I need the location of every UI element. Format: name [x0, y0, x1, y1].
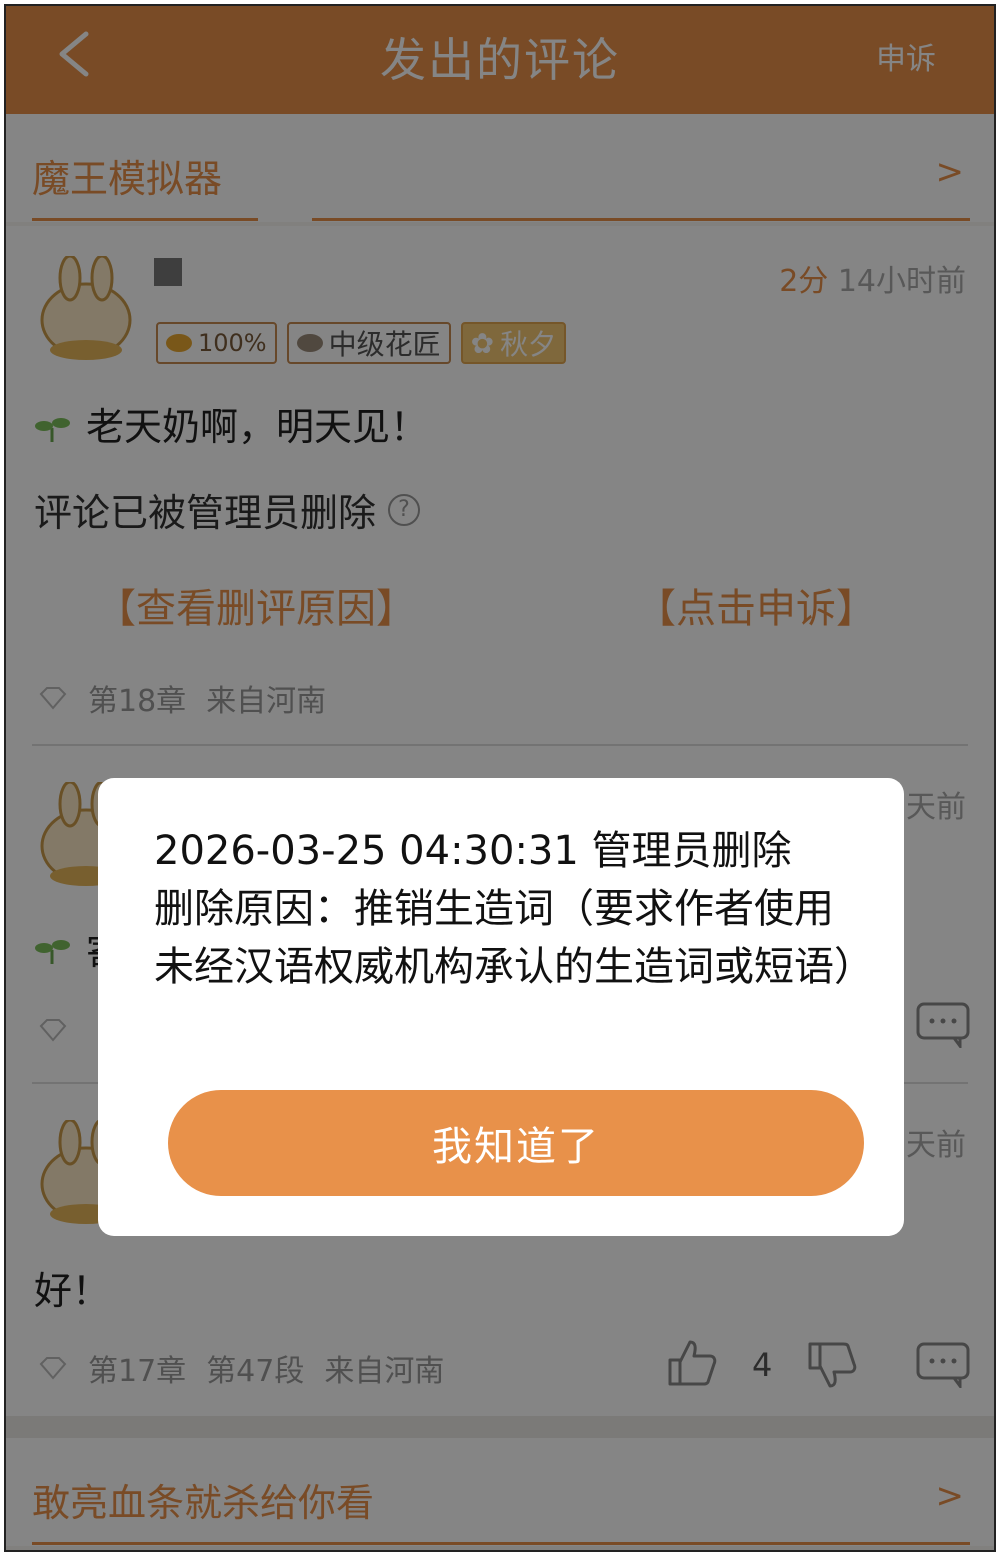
delete-reason-text: 删除原因：推销生造词（要求作者使用未经汉语权威机构承认的生造词或短语） — [154, 886, 874, 990]
confirm-button[interactable]: 我知道了 — [168, 1090, 864, 1196]
app-frame: 发出的评论 申诉 魔王模拟器 > 2分 14小时前 100% 中级花匠 ✿ 秋夕… — [4, 4, 996, 1552]
delete-reason-dialog: 2026-03-25 04:30:31 管理员删除 删除原因：推销生造词（要求作… — [98, 778, 904, 1236]
dialog-message: 2026-03-25 04:30:31 管理员删除 删除原因：推销生造词（要求作… — [154, 822, 874, 996]
delete-timestamp-line: 2026-03-25 04:30:31 管理员删除 — [154, 828, 792, 874]
